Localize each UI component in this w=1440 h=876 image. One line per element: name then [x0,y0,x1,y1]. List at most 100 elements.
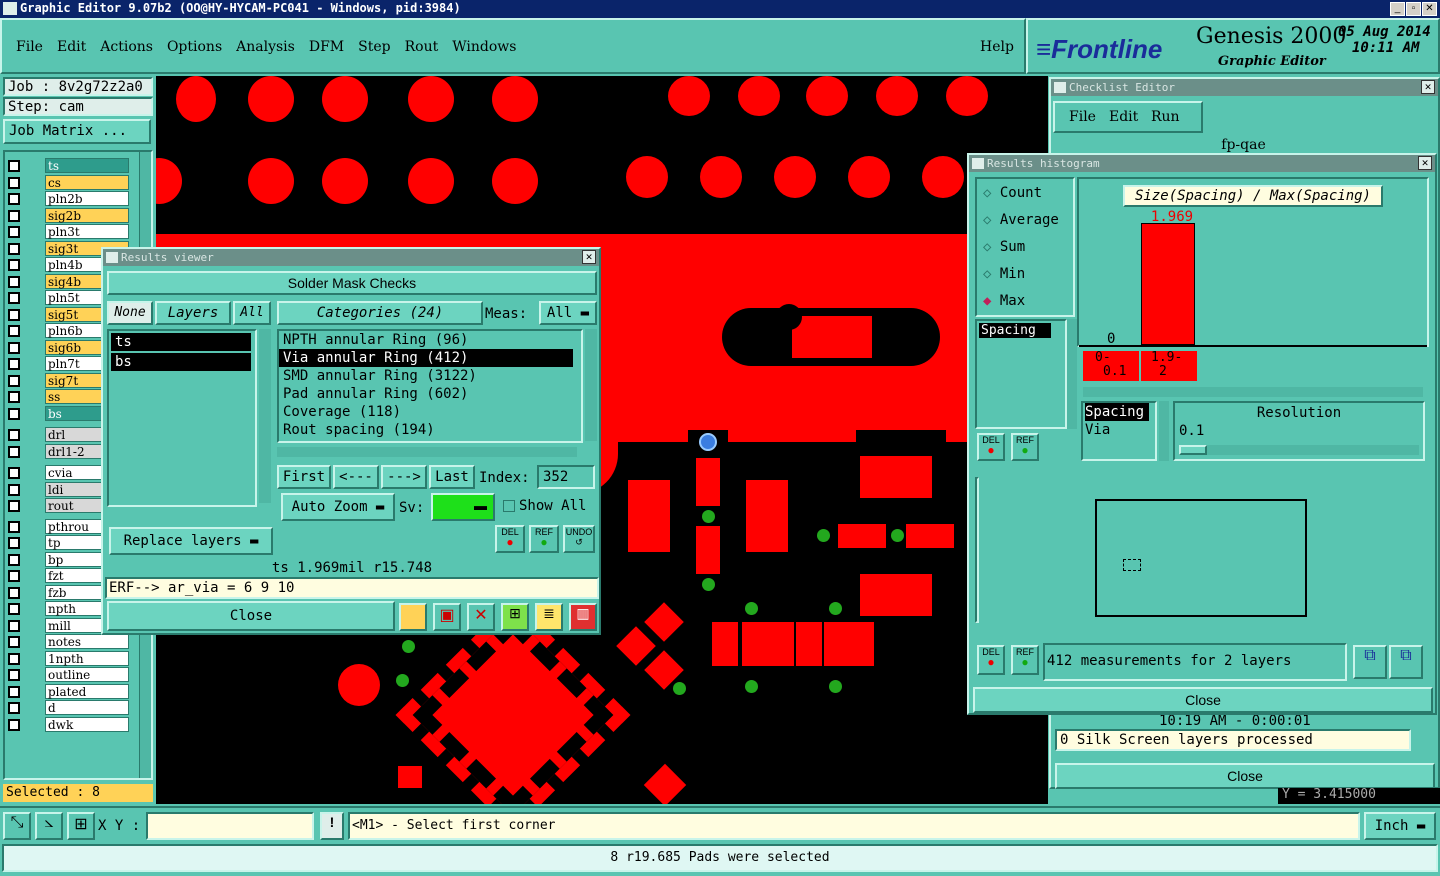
minimize-button[interactable]: _ [1390,2,1405,16]
ref-button[interactable]: REF ● [529,525,559,553]
layer-checkbox[interactable] [8,521,20,533]
category-item[interactable]: Coverage (118) [279,403,581,421]
layer-row-1npth[interactable]: 1npth [5,651,135,667]
menu-step[interactable]: Step [358,39,390,55]
layer-checkbox[interactable] [8,259,20,271]
layer-checkbox[interactable] [8,500,20,512]
results-close-button[interactable]: Close [107,601,395,631]
layer-name[interactable]: ts [45,158,129,173]
spacing-list[interactable]: Spacing [975,319,1067,429]
layer-row-plated[interactable]: plated [5,684,135,700]
attribute-list[interactable]: Spacing Via [1081,401,1157,461]
layer-checkbox[interactable] [8,375,20,387]
layer-row-notes[interactable]: notes [5,634,135,650]
menu-options[interactable]: Options [167,39,222,55]
option-sum[interactable]: ◇ Sum [983,239,1025,255]
layer-checkbox[interactable] [8,408,20,420]
index-input[interactable]: 352 [537,465,595,489]
first-button[interactable]: First [277,465,331,489]
layer-checkbox[interactable] [8,358,20,370]
layer-row-ts[interactable]: ts [5,158,135,174]
spacing-list-scrollbar[interactable] [1067,319,1077,429]
menu-rout[interactable]: Rout [405,39,439,55]
layer-checkbox[interactable] [8,636,20,648]
maximize-button[interactable]: ▫ [1406,2,1421,16]
clear-icon[interactable]: ✕ [467,603,495,631]
zoom-in-icon[interactable]: ⧉ [1353,645,1387,679]
menu-dfm[interactable]: DFM [309,39,344,55]
zoom-out-icon[interactable]: ⧉ [1389,645,1423,679]
layer-checkbox[interactable] [8,686,20,698]
location-preview[interactable] [975,477,1307,623]
checklist-menu-run[interactable]: Run [1151,109,1180,125]
results-viewer-close-icon[interactable]: ✕ [582,250,596,264]
layer-name[interactable]: sig2b [45,208,129,223]
layer-name[interactable]: 1npth [45,651,129,666]
layer-checkbox[interactable] [8,702,20,714]
replace-layers-select[interactable]: Replace layers ▬ [109,527,273,555]
histogram-bar[interactable] [1141,223,1195,345]
layer-checkbox[interactable] [8,210,20,222]
menu-file[interactable]: File [16,39,43,55]
option-max[interactable]: ◆ Max [983,293,1025,309]
layer-name[interactable]: outline [45,667,129,682]
layer-row-dwk[interactable]: dwk [5,717,135,733]
category-item-selected[interactable]: Via annular Ring (412) [279,349,573,367]
categories-button[interactable]: Categories (24) [277,301,483,325]
highlight-icon[interactable]: ▣ [433,603,461,631]
layer-name[interactable]: dwk [45,717,129,732]
menu-actions[interactable]: Actions [100,39,153,55]
layer-checkbox[interactable] [8,537,20,549]
layer-name[interactable]: pln2b [45,191,129,206]
layer-result-list[interactable]: ts bs [107,329,257,507]
option-min[interactable]: ◇ Min [983,266,1025,282]
result-layer-bs[interactable]: bs [111,353,251,371]
resolution-slider-handle[interactable] [1179,445,1207,455]
layer-checkbox[interactable] [8,669,20,681]
none-button[interactable]: None [107,301,153,325]
show-all-checkbox[interactable] [503,500,515,512]
layer-row-sig2b[interactable]: sig2b [5,208,135,224]
layer-checkbox[interactable] [8,467,20,479]
checklist-close-button[interactable]: Close [1055,763,1435,789]
layer-name[interactable]: d [45,700,129,715]
bin-0-0.1[interactable]: 0- 0.1 [1083,351,1139,381]
option-count[interactable]: ◇ Count [983,185,1042,201]
info-icon[interactable]: ! [320,812,344,840]
layer-checkbox[interactable] [8,587,20,599]
layer-row-pln2b[interactable]: pln2b [5,191,135,207]
layer-checkbox[interactable] [8,309,20,321]
category-list[interactable]: NPTH annular Ring (96) Via annular Ring … [277,329,583,443]
menu-analysis[interactable]: Analysis [236,39,295,55]
units-select[interactable]: Inch ▬ [1364,812,1436,840]
xy-input[interactable] [146,812,314,840]
all-button[interactable]: All [233,301,271,325]
checklist-menu-file[interactable]: File [1069,109,1096,125]
layer-checkbox[interactable] [8,160,20,172]
next-button[interactable]: ---> [381,465,427,489]
layer-result-scrollbar[interactable] [259,329,271,503]
measure-icon[interactable]: ⦣ [35,812,63,840]
spacing-list-item[interactable]: Spacing [979,323,1051,338]
layer-checkbox[interactable] [8,226,20,238]
layer-row-d[interactable]: d [5,700,135,716]
layer-checkbox[interactable] [8,446,20,458]
category-item[interactable]: NPTH annular Ring (96) [279,331,581,349]
flag-icon[interactable] [399,603,427,631]
auto-zoom-select[interactable]: Auto Zoom ▬ [281,493,395,521]
layer-checkbox[interactable] [8,177,20,189]
menu-windows[interactable]: Windows [452,39,516,55]
layer-checkbox[interactable] [8,193,20,205]
histogram-close-button[interactable]: Close [973,687,1433,713]
layer-checkbox[interactable] [8,620,20,632]
result-layer-ts[interactable]: ts [111,333,251,351]
layer-icon[interactable]: ⊞ [501,603,529,631]
layer-checkbox[interactable] [8,484,20,496]
layer-name[interactable]: plated [45,684,129,699]
layer-checkbox[interactable] [8,429,20,441]
layer-checkbox[interactable] [8,603,20,615]
option-average[interactable]: ◇ Average [983,212,1059,228]
category-item[interactable]: Rout spacing (194) [279,421,581,439]
checklist-menu-edit[interactable]: Edit [1109,109,1138,125]
layer-row-cs[interactable]: cs [5,175,135,191]
